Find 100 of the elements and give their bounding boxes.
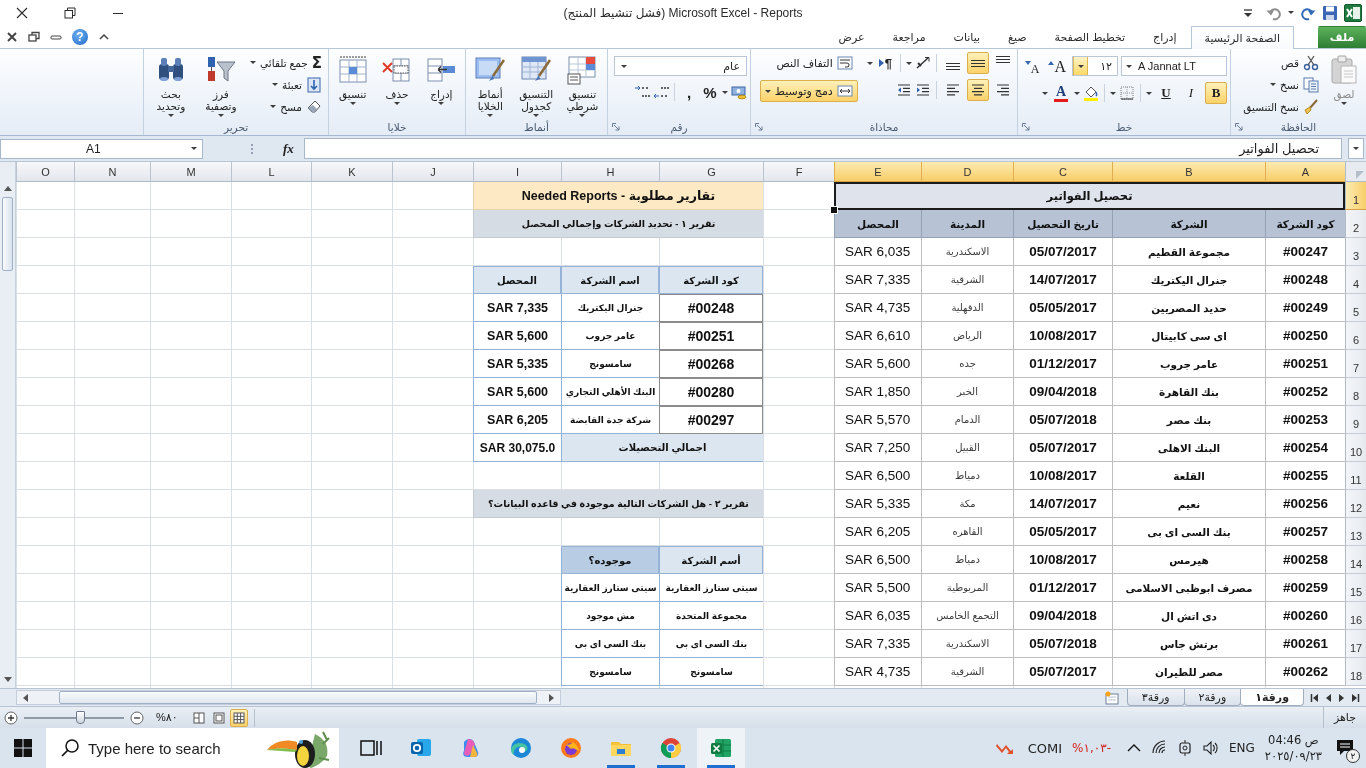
row-header[interactable]: 13 [1345,518,1366,546]
zoom-slider-thumb[interactable] [76,710,85,724]
ribbon-tab[interactable]: مراجعة [878,26,940,48]
column-header[interactable]: O [16,162,74,182]
angled-text-icon[interactable] [915,55,931,71]
percent-button[interactable]: % [701,82,719,102]
font-color-button[interactable]: A [1051,83,1071,103]
column-header[interactable]: D [921,162,1013,182]
horizontal-scrollbar[interactable] [16,690,561,705]
row-header[interactable]: 2 [1345,210,1366,238]
taskbar-app-button[interactable] [697,728,745,768]
row-header[interactable]: 10 [1345,434,1366,462]
banknote-coins-icon[interactable] [731,84,747,100]
paint-bucket-icon[interactable] [1083,85,1099,101]
first-sheet-icon[interactable] [1310,693,1318,702]
row-header[interactable]: 12 [1345,490,1366,518]
bold-button[interactable]: B [1205,82,1227,104]
left-arrow-icon[interactable] [23,693,28,702]
column-header[interactable]: B [1112,162,1265,182]
ribbon-tab[interactable]: إدراج [1139,26,1191,48]
ribbon-tab[interactable]: صيغ [994,26,1041,48]
ribbon-tab[interactable]: تخطيط الصفحة [1040,26,1140,48]
wrap-text-button[interactable]: التفاف النص [759,52,858,74]
row-header[interactable]: 8 [1345,378,1366,406]
row-header[interactable]: 7 [1345,350,1366,378]
name-box[interactable]: A1 [0,138,203,159]
column-header[interactable]: G [659,162,763,182]
row-header[interactable]: 9 [1345,406,1366,434]
row-header[interactable]: 17 [1345,630,1366,658]
close-icon[interactable] [16,6,28,19]
column-header[interactable]: L [231,162,311,182]
vertical-scrollbar[interactable] [0,162,16,688]
row-header[interactable]: 4 [1345,266,1366,294]
ribbon-tab[interactable]: ملف [1318,26,1366,48]
text-direction-button[interactable]: ¶ [875,53,895,73]
close-icon[interactable] [6,30,18,43]
scrollbar-thumb[interactable] [2,197,13,271]
dialog-launcher-icon[interactable] [755,122,763,131]
cell-styles-button[interactable]: أنماط الخلايا [469,52,512,119]
expand-formula-button[interactable] [1348,138,1364,159]
grip-dots-icon[interactable] [249,141,255,156]
find-select-button[interactable]: بحث وتحديد [147,52,195,119]
clock-time[interactable]: 04:46 ص [1268,732,1319,748]
column-header[interactable]: M [150,162,231,182]
row-header[interactable]: 16 [1345,602,1366,630]
conditional-formatting-button[interactable]: تنسيق شرطي [560,52,604,119]
row-header[interactable]: 11 [1345,462,1366,490]
speaker-icon[interactable] [1202,740,1219,756]
font-size-dropdown[interactable]: ١٢ [1072,56,1118,76]
decrease-decimal-icon[interactable] [634,84,650,100]
merge-center-button[interactable]: دمج وتوسيط [759,80,858,102]
row-header[interactable]: 6 [1345,322,1366,350]
row-header[interactable]: 18 [1345,658,1366,686]
shrink-font-button[interactable]: A [1021,56,1043,76]
format-as-table-button[interactable]: التنسيق كجدول [514,52,558,119]
view-button[interactable] [229,708,248,727]
customize-toolbar-icon[interactable] [1244,7,1252,18]
scrollbar-thumb[interactable] [59,691,537,704]
spreadsheet-grid[interactable] [16,162,1366,688]
camera-icon[interactable] [1176,740,1193,756]
ribbon-tab[interactable]: عرض [824,26,879,48]
column-header[interactable]: I [473,162,561,182]
borders-icon[interactable] [1119,85,1135,101]
insert-function-button[interactable]: fx [279,140,298,157]
row-header[interactable]: 15 [1345,574,1366,602]
column-header[interactable]: K [311,162,392,182]
dialog-launcher-icon[interactable] [1022,122,1030,131]
indent-icon[interactable] [915,82,931,98]
restore-icon[interactable] [64,6,76,19]
down-arrow-icon[interactable] [3,677,12,682]
delete-cells-button[interactable]: حذف [378,52,416,107]
clock-date[interactable]: ٢٠٢٥/٠٩/٢٣ [1264,748,1322,764]
up-arrow-icon[interactable] [3,186,12,191]
ribbon-tab[interactable]: الصفحة الرئيسية [1190,26,1294,49]
row-header[interactable]: 3 [1345,238,1366,266]
fill-handle[interactable] [830,206,838,214]
sheet-tab[interactable]: ورقة٣ [1126,689,1185,706]
clear-button[interactable]: مسح [247,96,325,117]
vertical-align-button[interactable] [967,52,989,74]
right-arrow-icon[interactable] [549,693,554,702]
column-header[interactable]: H [561,162,659,182]
save-icon[interactable] [1322,4,1338,21]
number-format-dropdown[interactable]: عام [614,56,747,76]
underline-button[interactable]: U [1155,82,1177,104]
previous-sheet-icon[interactable] [1324,693,1332,702]
row-header[interactable]: 1 [1345,182,1366,210]
cut-button[interactable]: قص [1240,52,1322,73]
comma-button[interactable]: , [680,82,698,102]
ribbon-tab[interactable]: بيانات [939,26,995,48]
outdent-icon[interactable] [896,82,912,98]
row-header[interactable]: 14 [1345,546,1366,574]
sheet-tab[interactable]: ورقة٢ [1183,689,1242,706]
next-sheet-icon[interactable] [1338,693,1346,702]
row-header[interactable]: 5 [1345,294,1366,322]
column-header[interactable]: J [392,162,473,182]
font-name-dropdown[interactable]: A Jannat LT [1121,56,1227,76]
increase-decimal-icon[interactable] [653,84,669,100]
zoom-level[interactable]: %٨٠ [156,711,178,724]
chevron-up-icon[interactable] [1126,743,1141,753]
restore-icon[interactable] [28,30,40,43]
